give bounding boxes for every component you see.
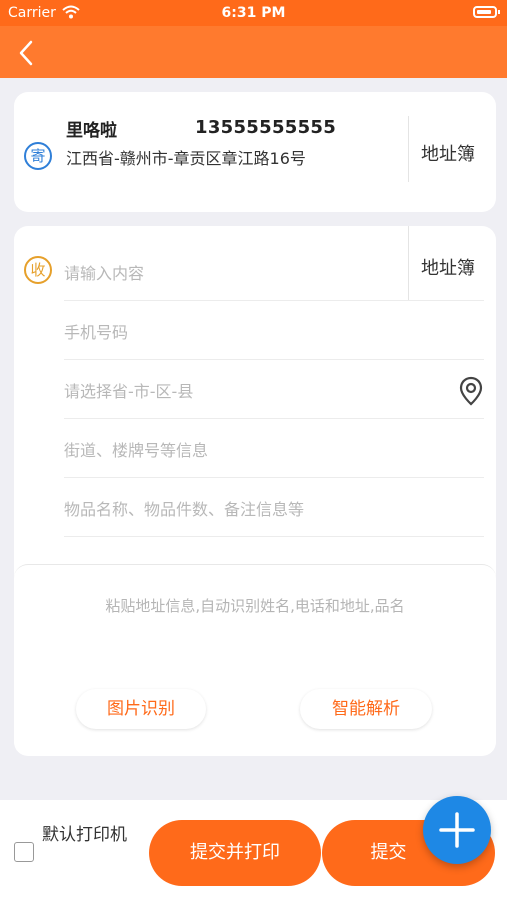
submit-and-print-button[interactable]: 提交并打印 <box>149 820 321 886</box>
divider <box>408 226 409 300</box>
goods-placeholder: 物品名称、物品件数、备注信息等 <box>64 500 305 519</box>
location-pin-icon[interactable] <box>458 376 484 406</box>
phone-placeholder: 手机号码 <box>64 323 129 342</box>
goods-input[interactable]: 物品名称、物品件数、备注信息等 <box>64 478 484 537</box>
sender-card[interactable]: 寄 里咯啦 13555555555 江西省-赣州市-章贡区章江路16号 地址簿 <box>14 92 496 212</box>
receiver-tag: 收 <box>24 256 52 284</box>
divider <box>408 116 409 182</box>
sender-name: 里咯啦 <box>66 121 117 141</box>
sender-phone: 13555555555 <box>195 117 337 138</box>
sender-tag: 寄 <box>24 142 52 170</box>
smart-parse-button[interactable]: 智能解析 <box>300 689 432 729</box>
sender-address-book-button[interactable]: 地址簿 <box>421 140 475 166</box>
add-fab-button[interactable] <box>423 796 491 864</box>
back-arrow-icon[interactable] <box>12 38 42 68</box>
plus-icon <box>439 812 475 848</box>
region-select[interactable]: 请选择省-市-区-县 <box>64 360 484 419</box>
phone-input[interactable]: 手机号码 <box>64 301 484 360</box>
default-printer-checkbox[interactable] <box>14 842 34 862</box>
nav-bar <box>0 26 507 78</box>
status-bar: Carrier 6:31 PM <box>0 0 507 26</box>
battery-icon <box>473 6 500 18</box>
paste-placeholder: 粘贴地址信息,自动识别姓名,电话和地址,品名 <box>105 597 405 615</box>
receiver-name-placeholder: 请输入内容 <box>64 264 145 283</box>
default-printer-label: 默认打印机 <box>42 825 127 845</box>
sender-address: 江西省-赣州市-章贡区章江路16号 <box>66 149 306 168</box>
receiver-address-book-button[interactable]: 地址簿 <box>421 254 475 280</box>
street-placeholder: 街道、楼牌号等信息 <box>64 441 209 460</box>
street-input[interactable]: 街道、楼牌号等信息 <box>64 419 484 478</box>
receiver-name-input[interactable]: 请输入内容 <box>64 242 394 300</box>
image-recognize-button[interactable]: 图片识别 <box>76 689 206 729</box>
paste-address-area[interactable]: 粘贴地址信息,自动识别姓名,电话和地址,品名 图片识别 智能解析 <box>14 564 496 755</box>
status-time: 6:31 PM <box>221 5 286 21</box>
region-placeholder: 请选择省-市-区-县 <box>64 382 194 401</box>
receiver-card: 收 请输入内容 地址簿 手机号码 请选择省-市-区-县 街道、楼牌号等信息 物品… <box>14 226 496 756</box>
